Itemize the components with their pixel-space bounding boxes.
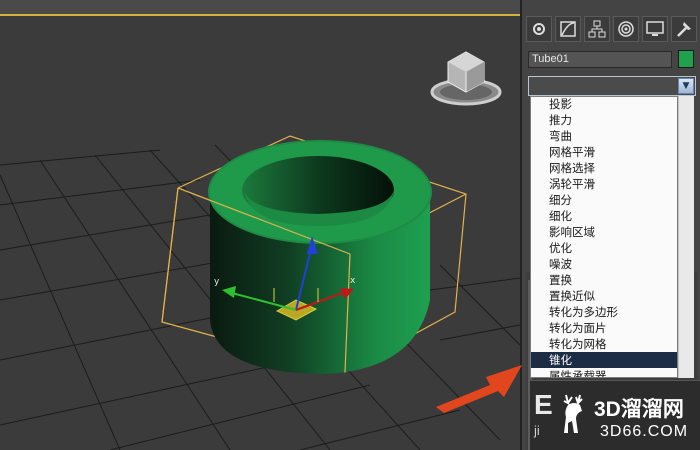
hierarchy-icon[interactable] [584, 16, 610, 42]
modifier-list-popup: 投影 推力 弯曲 网格平滑 网格选择 涡轮平滑 细分 细化 影响区域 优化 噪波 置换 置换近似 转化为多… [530, 96, 678, 378]
modifier-list-item[interactable]: 置换近似 [531, 288, 677, 304]
watermark-url: 3D66.COM [600, 423, 689, 440]
modifier-list-dropdown[interactable]: ▼ [528, 76, 696, 96]
modifier-list-item[interactable]: 锥化 [531, 352, 677, 368]
tube-object [208, 140, 432, 374]
utilities-icon[interactable] [671, 16, 697, 42]
gizmo-y-label: y [214, 277, 220, 287]
watermark-partial-text: E [534, 389, 553, 420]
object-color-swatch[interactable] [678, 50, 694, 68]
watermark-partial-subtext: ji [534, 423, 540, 438]
motion-icon[interactable] [613, 16, 639, 42]
modifier-list-item[interactable]: 转化为多边形 [531, 304, 677, 320]
modifier-list-item[interactable]: 噪波 [531, 256, 677, 272]
modifier-list-item[interactable]: 影响区域 [531, 224, 677, 240]
app-window: y x Tube01 ▼ 投影 推力 弯曲 网格平滑 网格选择 涡轮平滑 细分 … [0, 0, 700, 450]
watermark: E ji 3D溜溜网 3D66.COM [530, 380, 700, 450]
modifier-list-item[interactable]: 优化 [531, 240, 677, 256]
modify-icon[interactable] [555, 16, 581, 42]
modifier-list-item[interactable]: 转化为网格 [531, 336, 677, 352]
modifier-list-item[interactable]: 细分 [531, 192, 677, 208]
modifier-list-item[interactable]: 属性承载器 [531, 368, 677, 377]
modifier-list-item[interactable]: 涡轮平滑 [531, 176, 677, 192]
chevron-down-icon[interactable]: ▼ [678, 78, 694, 94]
modifier-list-item[interactable]: 细化 [531, 208, 677, 224]
modifier-list-item[interactable]: 置换 [531, 272, 677, 288]
command-panel-tabs [526, 16, 700, 46]
viewcube-icon [430, 51, 502, 106]
create-icon[interactable] [526, 16, 552, 42]
modifier-list-item[interactable]: 网格选择 [531, 160, 677, 176]
watermark-brand: 3D溜溜网 [594, 398, 684, 421]
gizmo-x-label: x [350, 276, 356, 286]
modifier-list-item[interactable]: 转化为面片 [531, 320, 677, 336]
object-name-field[interactable]: Tube01 [528, 51, 672, 68]
modifier-list-item[interactable]: 弯曲 [531, 128, 677, 144]
modifier-list-item[interactable]: 推力 [531, 112, 677, 128]
modifier-list-item[interactable]: 网格平滑 [531, 144, 677, 160]
annotation-arrow-icon [436, 365, 522, 413]
display-icon[interactable] [642, 16, 668, 42]
modifier-list-item[interactable]: 投影 [531, 97, 677, 112]
deer-logo-icon [563, 394, 583, 433]
modifier-list-scrollbar[interactable] [678, 96, 694, 378]
